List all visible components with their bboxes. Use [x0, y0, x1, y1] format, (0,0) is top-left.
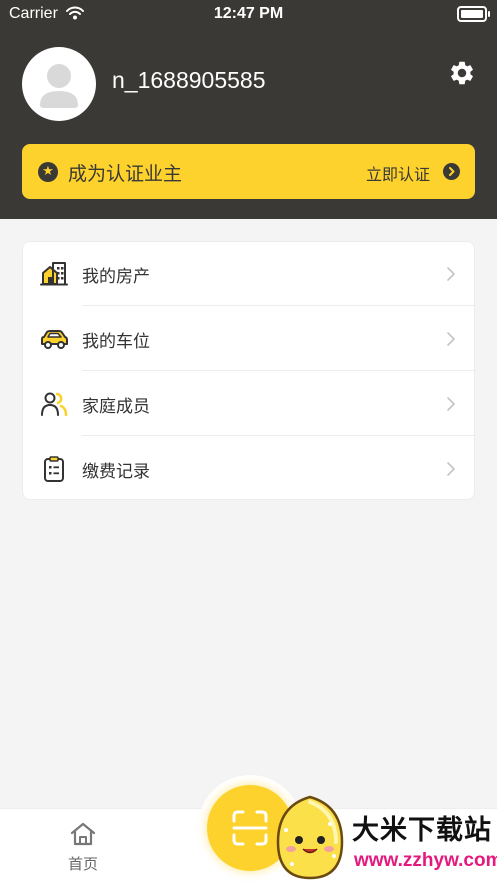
gear-icon[interactable]	[448, 59, 476, 87]
rice-mascot-icon	[276, 795, 344, 880]
owner-certification-banner[interactable]: ★ 成为认证业主 立即认证	[22, 144, 475, 199]
divider	[82, 435, 476, 436]
person-silhouette-icon	[40, 64, 78, 108]
certification-title: 成为认证业主	[68, 163, 183, 185]
chevron-right-icon	[447, 332, 455, 346]
arrow-right-icon	[443, 163, 460, 180]
chevron-right-icon	[447, 397, 455, 411]
tab-home[interactable]: 首页	[45, 819, 121, 879]
chevron-right-icon	[447, 267, 455, 281]
building-icon	[40, 262, 68, 286]
menu-item-label: 缴费记录	[82, 462, 150, 482]
home-icon	[70, 822, 96, 846]
menu-card: 我的房产 我的车位 家庭成员 缴费记录	[22, 241, 476, 501]
menu-item-label: 我的房产	[82, 267, 150, 287]
avatar[interactable]	[22, 47, 96, 121]
chevron-right-icon	[447, 462, 455, 476]
divider	[82, 305, 476, 306]
divider	[82, 370, 476, 371]
menu-item-my-parking[interactable]: 我的车位	[23, 307, 476, 371]
status-time: 12:47 PM	[213, 5, 284, 22]
username: n_1688905585	[112, 67, 266, 93]
menu-item-label: 我的车位	[82, 332, 150, 352]
car-icon	[41, 330, 68, 349]
menu-item-payment-records[interactable]: 缴费记录	[23, 437, 476, 501]
family-members-icon	[41, 392, 68, 417]
menu-item-label: 家庭成员	[82, 397, 150, 417]
battery-icon	[457, 6, 490, 22]
tab-home-label: 首页	[67, 855, 98, 873]
star-icon: ★	[38, 162, 58, 182]
watermark: 大米下载站 www.zzhyw.com	[262, 792, 497, 883]
status-bar: Carrier 12:47 PM	[0, 0, 497, 30]
menu-item-family-members[interactable]: 家庭成员	[23, 372, 476, 436]
watermark-url: www.zzhyw.com	[354, 850, 497, 871]
clipboard-icon	[44, 456, 64, 482]
menu-item-my-property[interactable]: 我的房产	[23, 242, 476, 306]
profile-header: Carrier 12:47 PM n_1688905585 ★ 成为认证业主 立…	[0, 0, 497, 219]
certify-now-link[interactable]: 立即认证	[366, 161, 430, 185]
watermark-title: 大米下载站	[352, 815, 492, 846]
